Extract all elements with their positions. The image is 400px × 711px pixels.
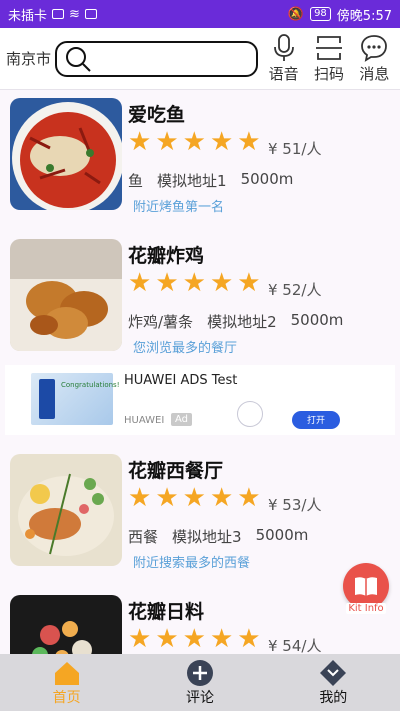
restaurant-distance: 5000m — [240, 170, 294, 188]
search-box[interactable] — [55, 40, 258, 77]
search-icon — [66, 46, 91, 72]
ad-title: HUAWEI ADS Test — [124, 373, 238, 388]
restaurant-address: 模拟地址3 — [172, 528, 242, 546]
restaurant-card[interactable]: 爱吃鱼 ★ ★ ★ ★ ★ ¥ 51/人 鱼 模拟地址1 5000m 附近烤鱼第一名 — [0, 90, 400, 220]
status-bar: 未插卡 ≋ 🔕 98 傍晚5:57 — [0, 0, 400, 28]
star-icon: ★ — [155, 483, 179, 513]
plus-circle-icon — [186, 659, 213, 686]
nav-home-label: 首页 — [52, 689, 81, 706]
nav-mine[interactable]: 我的 — [267, 654, 400, 711]
star-icon: ★ — [209, 127, 234, 157]
star-icon: ★ — [209, 624, 234, 654]
city-selector[interactable]: 南京市 — [6, 48, 53, 69]
clock: 傍晚5:57 — [336, 8, 392, 24]
scan-label: 扫码 — [313, 65, 344, 83]
star-icon: ★ — [128, 483, 152, 513]
battery-icon: 98 — [310, 7, 331, 21]
star-icon: ★ — [209, 483, 234, 513]
carrier-text: 未插卡 — [8, 8, 48, 24]
star-icon: ★ — [237, 268, 261, 298]
chat-bubble-icon — [361, 35, 388, 62]
wifi-icon: ≋ — [69, 6, 80, 22]
restaurant-meta: 炸鸡/薯条 模拟地址2 5000m — [128, 311, 357, 332]
rating-stars: ★ ★ ★ ★ ★ — [128, 484, 261, 512]
price-per-person: ¥ 54/人 — [268, 637, 322, 654]
rating-stars: ★ ★ ★ ★ ★ — [128, 128, 261, 156]
ad-image-text: Congratulations! — [61, 381, 120, 389]
star-icon: ★ — [237, 624, 261, 654]
notification-icon — [84, 9, 97, 19]
nav-comments-label: 评论 — [185, 689, 214, 706]
nav-home[interactable]: 首页 — [0, 654, 133, 711]
sim-icon — [52, 9, 65, 19]
restaurant-category: 鱼 — [128, 172, 144, 190]
restaurant-card[interactable]: 花瓣西餐厅 ★ ★ ★ ★ ★ ¥ 53/人 西餐 模拟地址3 5000m 附近搜索最多… — [0, 446, 400, 576]
microphone-icon — [273, 34, 294, 61]
nav-comments[interactable]: 评论 — [133, 654, 266, 711]
search-input[interactable] — [97, 50, 248, 67]
star-icon: ★ — [128, 624, 152, 654]
restaurant-meta: 鱼 模拟地址1 5000m — [128, 170, 307, 191]
restaurant-tag: 附近搜索最多的西餐 — [133, 556, 251, 571]
star-icon: ★ — [182, 483, 206, 513]
star-icon: ★ — [182, 268, 206, 298]
restaurant-photo — [10, 239, 122, 351]
star-icon: ★ — [237, 127, 261, 157]
price-per-person: ¥ 53/人 — [268, 496, 322, 514]
price-per-person: ¥ 52/人 — [268, 281, 322, 299]
home-icon — [54, 661, 79, 685]
rating-stars: ★ ★ ★ ★ ★ — [128, 269, 261, 297]
star-icon: ★ — [182, 624, 206, 654]
ad-open-button[interactable]: 打开 — [292, 411, 340, 429]
restaurant-photo — [10, 98, 122, 210]
kit-info-button[interactable]: Kit Info — [343, 563, 389, 623]
nav-mine-label: 我的 — [319, 689, 348, 706]
star-icon: ★ — [182, 127, 206, 157]
price-per-person: ¥ 51/人 — [268, 140, 322, 158]
bottom-nav: 首页 评论 我的 — [0, 654, 400, 711]
restaurant-address: 模拟地址1 — [157, 172, 227, 190]
restaurant-address: 模拟地址2 — [207, 313, 277, 331]
restaurant-tag: 附近烤鱼第一名 — [133, 200, 225, 215]
restaurant-distance: 5000m — [255, 526, 309, 544]
restaurant-list[interactable]: 爱吃鱼 ★ ★ ★ ★ ★ ¥ 51/人 鱼 模拟地址1 5000m 附近烤鱼第一名 花… — [0, 90, 400, 654]
ad-brand: HUAWEI — [124, 415, 165, 426]
restaurant-category: 西餐 — [128, 528, 159, 546]
restaurant-name: 花瓣西餐厅 — [128, 460, 224, 482]
message-button[interactable]: 消息 — [355, 33, 394, 84]
star-icon: ★ — [128, 268, 152, 298]
mute-icon: 🔕 — [287, 6, 305, 22]
kit-info-label: Kit Info — [346, 603, 386, 614]
restaurant-photo — [10, 595, 122, 654]
restaurant-name: 花瓣日料 — [128, 601, 205, 623]
voice-label: 语音 — [268, 65, 299, 83]
restaurant-category: 炸鸡/薯条 — [128, 313, 194, 331]
star-icon: ★ — [155, 127, 179, 157]
restaurant-name: 花瓣炸鸡 — [128, 245, 205, 267]
restaurant-photo — [10, 454, 122, 566]
ad-image: Congratulations! — [31, 373, 120, 425]
message-label: 消息 — [359, 65, 390, 83]
star-icon: ★ — [155, 268, 179, 298]
top-bar: 南京市 语音 扫码 消息 — [0, 28, 400, 90]
restaurant-name: 爱吃鱼 — [128, 104, 186, 126]
scan-button[interactable]: 扫码 — [309, 33, 348, 84]
restaurant-card[interactable]: 花瓣炸鸡 ★ ★ ★ ★ ★ ¥ 52/人 炸鸡/薯条 模拟地址2 5000m 您浏览最… — [0, 231, 400, 361]
loading-spinner-icon — [237, 401, 263, 427]
voice-button[interactable]: 语音 — [264, 33, 303, 84]
restaurant-meta: 西餐 模拟地址3 5000m — [128, 526, 322, 547]
star-icon: ★ — [237, 483, 261, 513]
heart-badge-icon — [320, 659, 347, 686]
rating-stars: ★ ★ ★ ★ ★ — [128, 625, 261, 653]
ad-banner[interactable]: Congratulations! HUAWEI ADS Test HUAWEI … — [5, 365, 395, 435]
restaurant-distance: 5000m — [290, 311, 344, 329]
restaurant-tag: 您浏览最多的餐厅 — [133, 341, 238, 356]
star-icon: ★ — [209, 268, 234, 298]
restaurant-card[interactable]: 花瓣日料 ★ ★ ★ ★ ★ ¥ 54/人 — [0, 587, 400, 654]
scan-icon — [316, 36, 342, 60]
ad-badge: Ad — [171, 413, 193, 426]
star-icon: ★ — [128, 127, 152, 157]
star-icon: ★ — [155, 624, 179, 654]
